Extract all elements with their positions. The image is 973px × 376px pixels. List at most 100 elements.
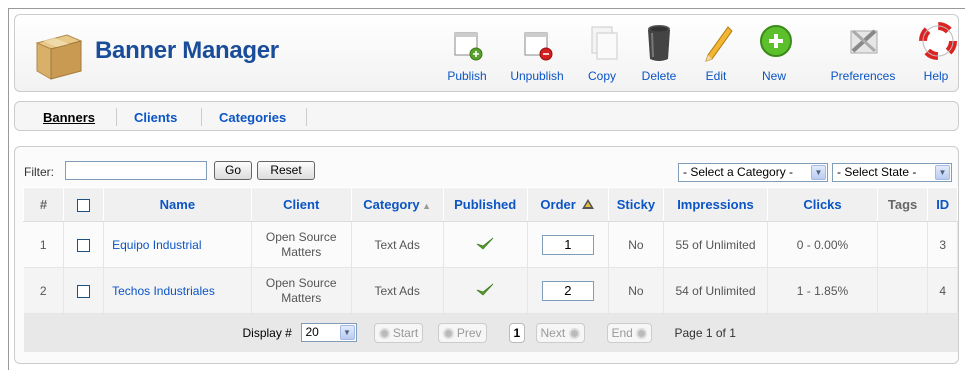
start-icon [378, 328, 390, 339]
col-clicks[interactable]: Clicks [767, 187, 878, 222]
select-all-checkbox[interactable] [77, 199, 91, 213]
filter-input[interactable] [65, 161, 207, 180]
next-icon [568, 328, 580, 339]
impressions-cell: 54 of Unlimited [663, 267, 769, 314]
new-button[interactable]: New [756, 21, 792, 91]
submenu-item-categories[interactable]: Categories [219, 110, 286, 125]
id-cell: 4 [927, 267, 958, 314]
next-label: Next [540, 326, 566, 340]
display-label: Display # [242, 326, 292, 340]
new-label: New [761, 69, 786, 83]
page-title: Banner Manager [95, 37, 279, 64]
sort-asc-icon: ▲ [419, 201, 432, 211]
col-tags: Tags [876, 187, 929, 222]
preferences-button[interactable]: Preferences [826, 21, 900, 91]
chevron-down-icon: ▼ [935, 165, 950, 180]
copy-label: Copy [587, 69, 616, 83]
publish-icon [454, 32, 483, 61]
start-label: Start [392, 326, 419, 340]
copy-icon [591, 26, 618, 60]
save-order-icon[interactable] [581, 198, 595, 210]
banner-name-link[interactable]: Equipo Industrial [103, 221, 252, 268]
submenu-separator [116, 108, 117, 126]
tools-icon [850, 29, 878, 54]
col-client[interactable]: Client [250, 187, 352, 222]
row-checkbox[interactable] [77, 284, 91, 298]
banner-name-link[interactable]: Techos Industriales [103, 267, 252, 314]
reset-button[interactable]: Reset [257, 161, 315, 180]
delete-button[interactable]: Delete [637, 21, 681, 91]
end-icon [636, 328, 648, 339]
submenu-separator [201, 108, 202, 126]
table-header-row: # Name Client Category ▲ Published Order… [22, 187, 958, 222]
row-number: 2 [23, 267, 65, 314]
filter-label: Filter: [24, 165, 54, 179]
col-category-label: Category [363, 197, 420, 212]
pagination-page-1[interactable]: 1 [508, 323, 526, 343]
client-line-1: Open Source [265, 275, 337, 290]
published-check-icon[interactable] [475, 235, 495, 251]
col-order[interactable]: Order [526, 187, 610, 222]
add-icon [760, 25, 792, 57]
pagination: Display # 20 ▼ Start Prev 1 Next End Pag… [25, 315, 957, 351]
pagination-start: Start [373, 323, 424, 343]
help-label: Help [923, 69, 949, 83]
pagination-prev: Prev [437, 323, 487, 343]
order-input[interactable]: 1 [541, 234, 594, 255]
tags-cell [877, 267, 929, 314]
chevron-down-icon: ▼ [811, 165, 826, 180]
category-select-value: - Select a Category - [683, 165, 794, 179]
copy-button[interactable]: Copy [582, 21, 622, 91]
toolbar: Banner Manager Publish Unpublish Copy De… [14, 14, 959, 92]
publish-label: Publish [447, 69, 487, 83]
row-select-cell [63, 221, 105, 268]
sticky-cell: No [608, 267, 664, 314]
banner-box-icon [35, 34, 83, 80]
sticky-cell: No [608, 221, 664, 268]
help-button[interactable]: Help [918, 21, 957, 91]
page-info: Page 1 of 1 [674, 326, 736, 340]
client-line-2: Matters [281, 290, 322, 305]
client-line-1: Open Source [265, 229, 337, 244]
order-cell: 2 [527, 267, 610, 314]
display-limit-select[interactable]: 20 ▼ [300, 323, 357, 342]
unpublish-button[interactable]: Unpublish [507, 21, 567, 91]
edit-button[interactable]: Edit [698, 21, 734, 91]
col-name[interactable]: Name [103, 187, 252, 222]
client-line-2: Matters [281, 244, 322, 259]
row-checkbox[interactable] [77, 238, 91, 252]
col-impressions[interactable]: Impressions [662, 187, 769, 222]
submenu: Banners Clients Categories [14, 101, 959, 131]
col-id[interactable]: ID [927, 187, 958, 222]
publish-button[interactable]: Publish [439, 21, 495, 91]
submenu-separator [306, 108, 307, 126]
id-cell: 3 [927, 221, 958, 268]
preferences-label: Preferences [830, 69, 896, 83]
banners-table: # Name Client Category ▲ Published Order… [22, 187, 958, 352]
pencil-icon [705, 26, 733, 62]
col-published[interactable]: Published [442, 187, 528, 222]
submenu-item-banners[interactable]: Banners [43, 110, 95, 125]
trash-icon [648, 25, 670, 61]
pagination-next: Next [535, 323, 585, 343]
published-check-icon[interactable] [475, 281, 495, 297]
category-select[interactable]: - Select a Category - ▼ [678, 163, 828, 182]
col-select-all[interactable] [63, 187, 105, 222]
published-cell [443, 221, 528, 268]
unpublish-icon [524, 32, 553, 61]
submenu-item-clients[interactable]: Clients [134, 110, 177, 125]
state-select[interactable]: - Select State - ▼ [832, 163, 952, 182]
display-limit-value: 20 [305, 325, 319, 339]
edit-label: Edit [705, 69, 727, 83]
tags-cell [877, 221, 929, 268]
col-category[interactable]: Category ▲ [350, 187, 444, 222]
col-order-label: Order [540, 197, 576, 212]
client-cell: Open Source Matters [251, 221, 352, 268]
chevron-down-icon: ▼ [339, 325, 355, 340]
pagination-row: Display # 20 ▼ Start Prev 1 Next End Pag… [23, 313, 958, 352]
delete-label: Delete [641, 69, 677, 83]
table-row: 2 Techos Industriales Open Source Matter… [23, 267, 958, 314]
order-input[interactable]: 2 [541, 280, 594, 301]
col-sticky[interactable]: Sticky [608, 187, 664, 222]
go-button[interactable]: Go [214, 161, 252, 180]
